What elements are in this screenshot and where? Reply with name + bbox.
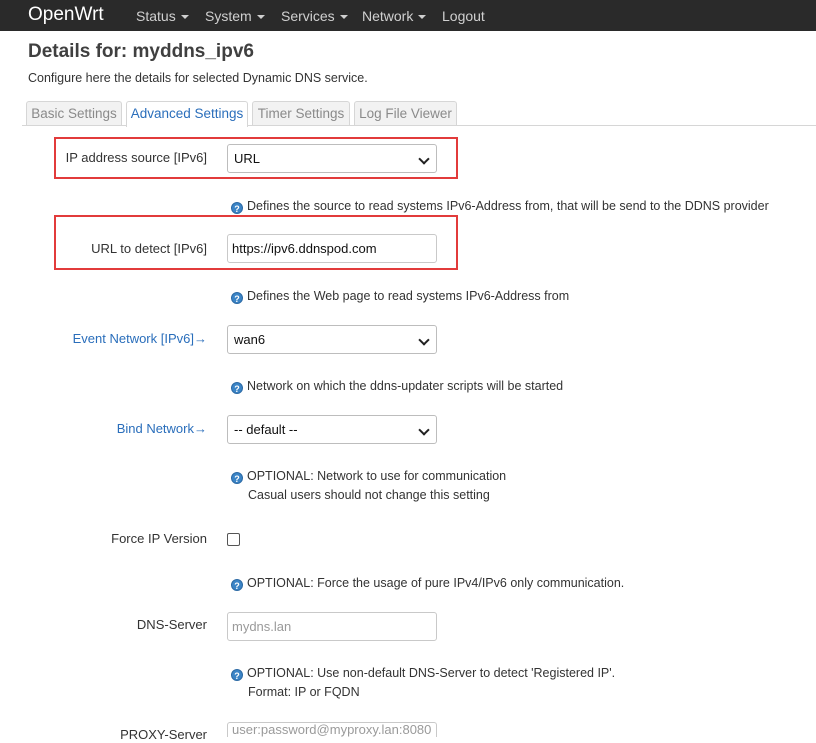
nav-status[interactable]: Status <box>136 8 189 24</box>
caret-down-icon <box>256 15 265 20</box>
ip-source-value: URL <box>234 151 261 166</box>
force-ip-checkbox[interactable] <box>227 533 240 546</box>
url-detect-input[interactable] <box>227 234 437 263</box>
tab-basic-settings[interactable]: Basic Settings <box>26 101 122 125</box>
nav-services[interactable]: Services <box>281 8 348 24</box>
chevron-down-icon <box>418 153 430 165</box>
chevron-down-icon <box>418 424 430 436</box>
dns-server-help: ? OPTIONAL: Use non-default DNS-Server to… <box>231 664 615 702</box>
nav-logout[interactable]: Logout <box>442 8 485 24</box>
tab-timer-settings[interactable]: Timer Settings <box>252 101 350 125</box>
ip-source-label: IP address source [IPv6] <box>65 150 207 165</box>
ip-source-select[interactable]: URL <box>227 144 437 173</box>
chevron-down-icon <box>418 334 430 346</box>
bind-network-help: ? OPTIONAL: Network to use for communicat… <box>231 467 506 505</box>
proxy-server-label: PROXY-Server <box>120 727 207 742</box>
help-circle-icon: ? <box>231 472 243 484</box>
bind-network-label[interactable]: Bind Network→ <box>117 421 207 437</box>
page-description: Configure here the details for selected … <box>28 71 368 85</box>
help-circle-icon: ? <box>231 579 243 591</box>
help-circle-icon: ? <box>231 669 243 681</box>
event-network-select[interactable]: wan6 <box>227 325 437 354</box>
help-circle-icon: ? <box>231 382 243 394</box>
tab-advanced-settings[interactable]: Advanced Settings <box>126 101 248 127</box>
help-circle-icon: ? <box>231 202 243 214</box>
top-navbar: OpenWrt Status System Services Network L… <box>0 0 816 31</box>
caret-down-icon <box>180 15 189 20</box>
ip-source-help: ? Defines the source to read systems IPv6… <box>231 197 769 216</box>
dns-server-label: DNS-Server <box>136 617 207 632</box>
event-network-value: wan6 <box>234 332 266 347</box>
caret-down-icon <box>418 15 427 20</box>
bind-network-value: -- default -- <box>234 422 298 437</box>
caret-down-icon <box>339 15 348 20</box>
url-detect-help: ? Defines the Web page to read systems IP… <box>231 287 569 306</box>
bind-network-select[interactable]: -- default -- <box>227 415 437 444</box>
force-ip-label: Force IP Version <box>111 531 207 546</box>
url-detect-label: URL to detect [IPv6] <box>91 241 207 256</box>
event-network-help: ? Network on which the ddns-updater scrip… <box>231 377 563 396</box>
force-ip-help: ? OPTIONAL: Force the usage of pure IPv4/… <box>231 574 624 593</box>
nav-network[interactable]: Network <box>362 8 427 24</box>
tab-log-file-viewer[interactable]: Log File Viewer <box>354 101 457 125</box>
dns-server-input[interactable] <box>227 612 437 641</box>
proxy-server-input[interactable] <box>227 722 437 737</box>
nav-system[interactable]: System <box>205 8 265 24</box>
page-title: Details for: myddns_ipv6 <box>28 41 254 62</box>
event-network-label[interactable]: Event Network [IPv6]→ <box>73 331 207 347</box>
brand-logo[interactable]: OpenWrt <box>28 4 104 26</box>
help-circle-icon: ? <box>231 292 243 304</box>
